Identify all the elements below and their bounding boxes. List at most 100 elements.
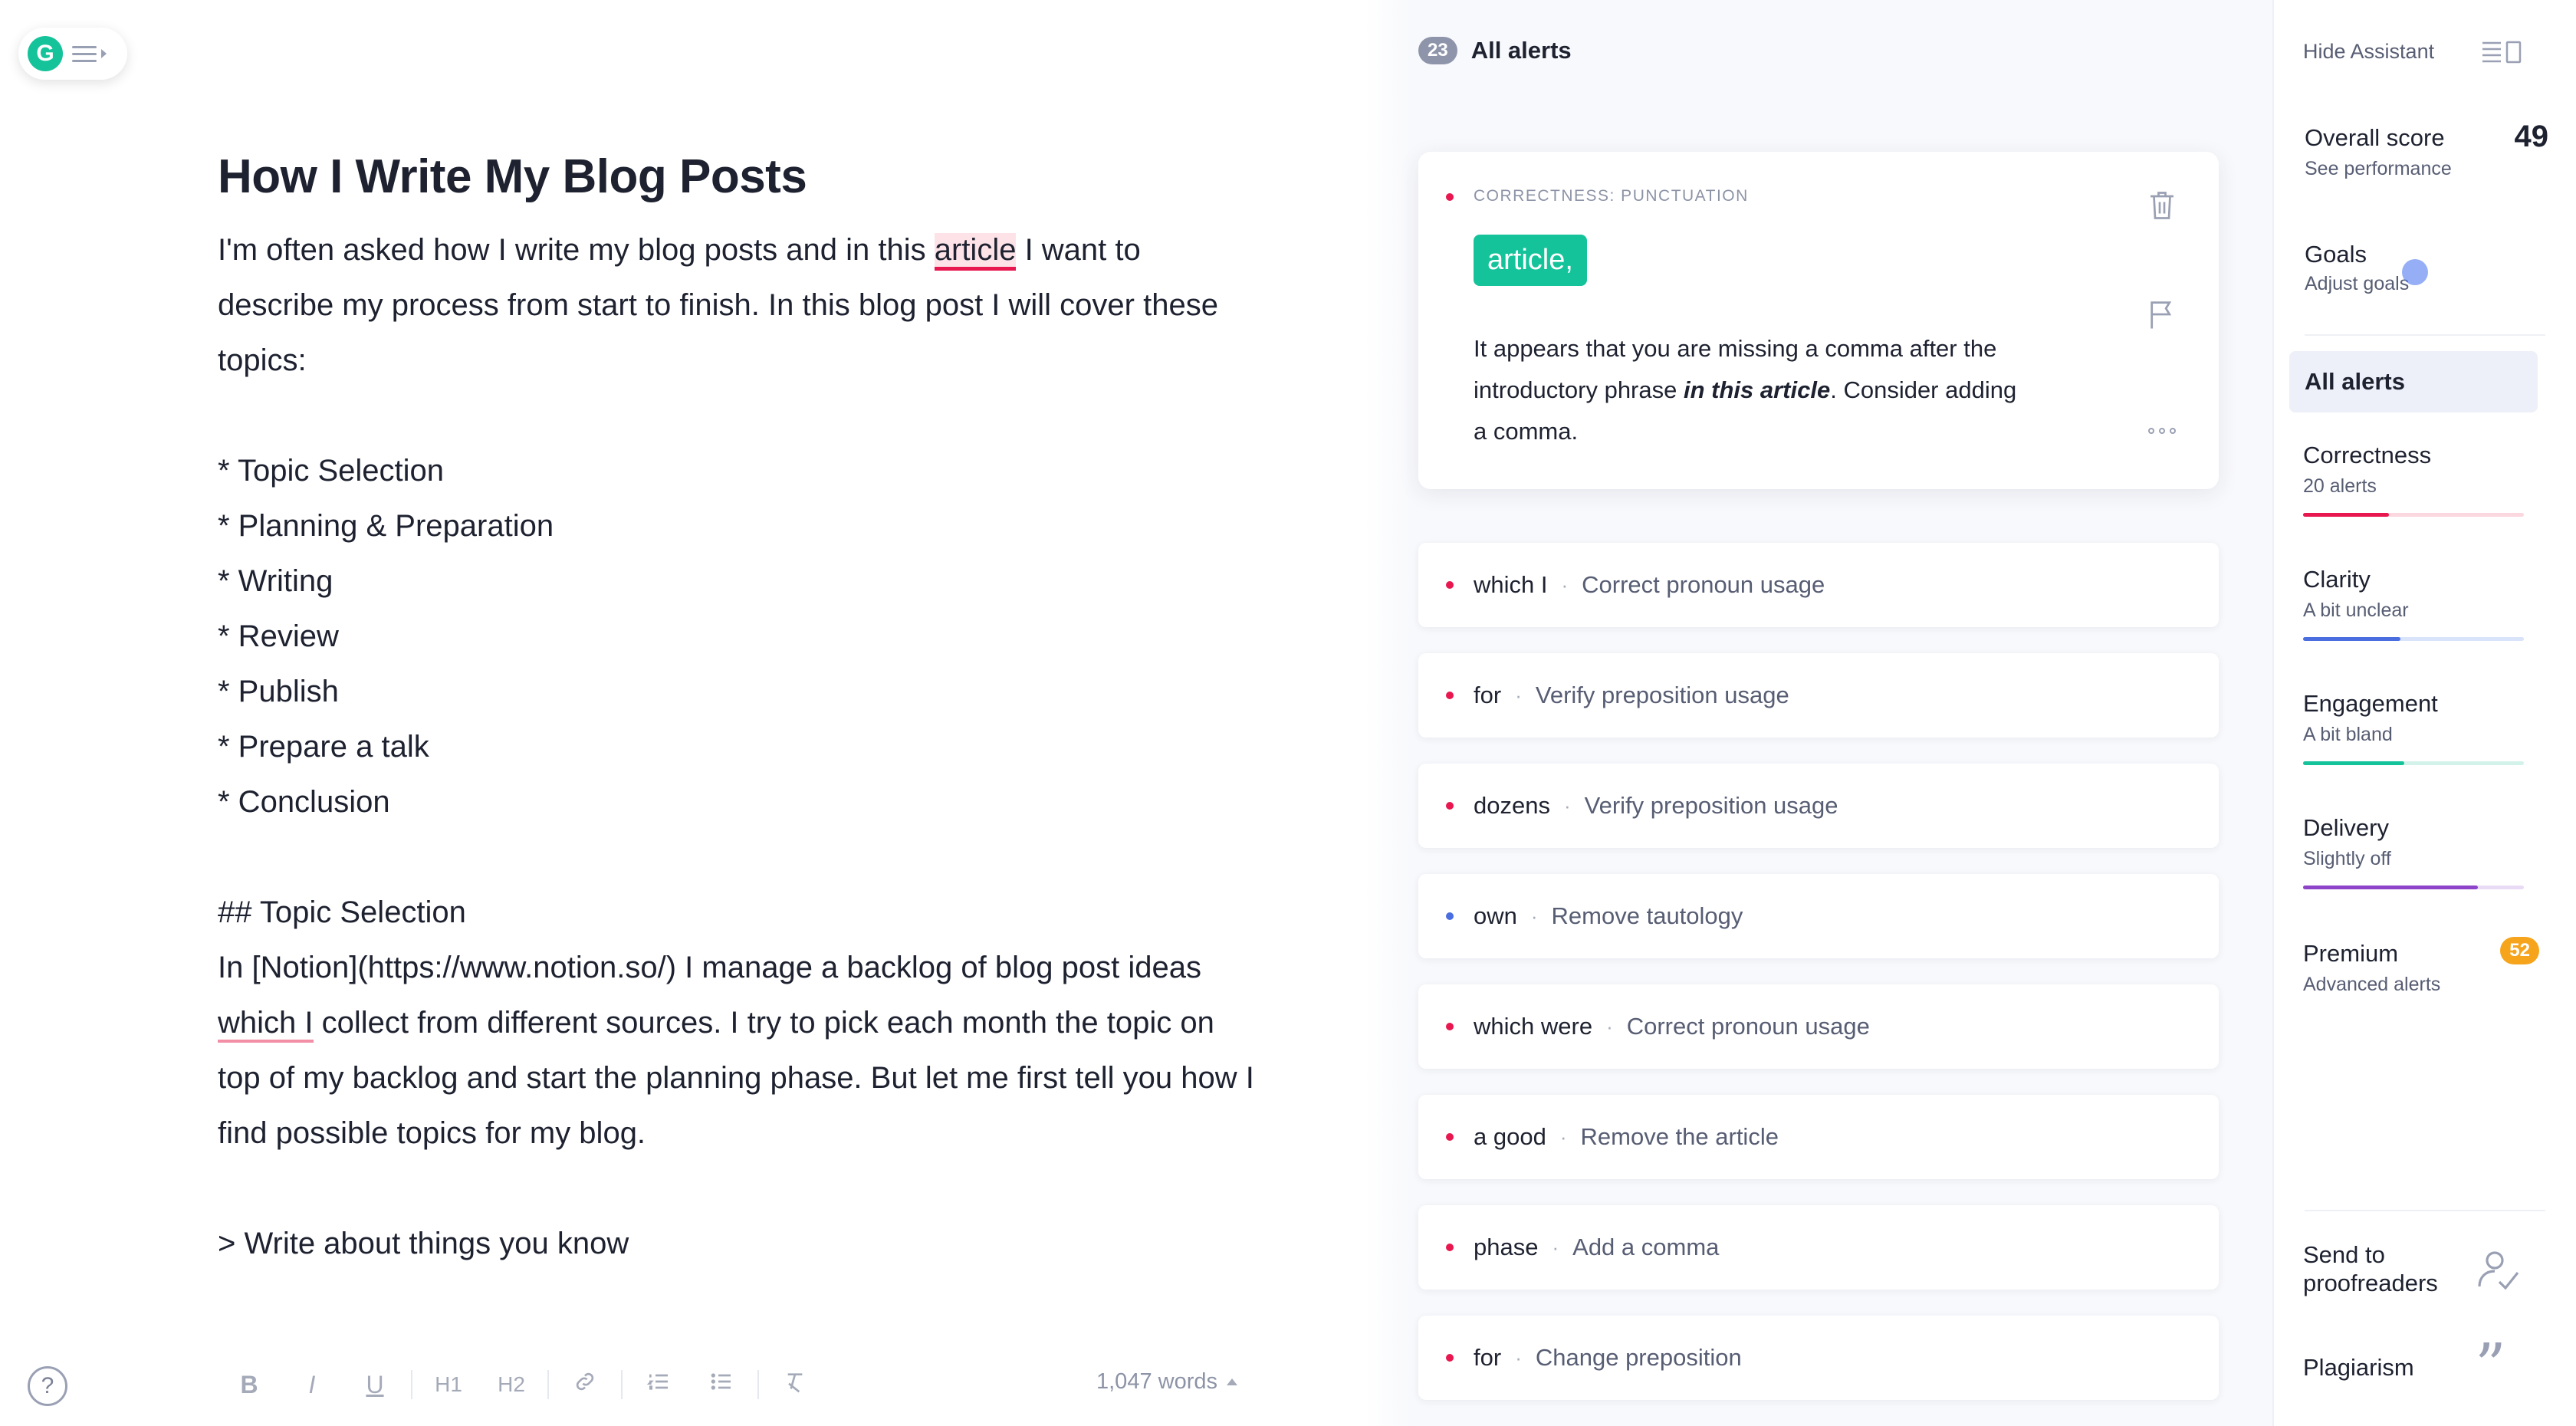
divider: [2305, 334, 2545, 336]
more-options-icon[interactable]: [2148, 428, 2176, 434]
topic-line: * Conclusion: [218, 785, 390, 819]
severity-dot: [1446, 802, 1454, 810]
hide-assistant-button[interactable]: Hide Assistant: [2303, 40, 2434, 64]
category-correctness[interactable]: Correctness 20 alerts: [2303, 442, 2525, 517]
alert-word: own: [1474, 902, 1517, 929]
all-alerts-tab[interactable]: All alerts: [2289, 351, 2538, 412]
caret-right-icon: [101, 49, 107, 58]
category-progress-bar: [2303, 886, 2524, 889]
severity-dot: [1446, 581, 1454, 589]
text-span: collect from different sources. I try to…: [218, 1006, 1254, 1150]
paragraph: In [Notion](https://www.notion.so/) I ma…: [218, 940, 1260, 1161]
document-editor[interactable]: How I Write My Blog Posts I'm often aske…: [218, 146, 1260, 1271]
suggestion-button[interactable]: article,: [1474, 235, 1587, 286]
category-progress-bar: [2303, 761, 2524, 765]
category-delivery[interactable]: Delivery Slightly off: [2303, 814, 2525, 889]
topic-list: * Topic Selection * Planning & Preparatio…: [218, 443, 1260, 830]
category-progress-fill: [2303, 513, 2390, 517]
overall-score-value: 49: [2514, 120, 2549, 153]
alert-item[interactable]: for · Verify preposition usage: [1418, 653, 2219, 738]
alert-item[interactable]: dozens · Verify preposition usage: [1418, 764, 2219, 848]
toolbar-divider: [547, 1370, 549, 1399]
category-status: A bit unclear: [2303, 600, 2409, 621]
toolbar-divider: [757, 1370, 759, 1399]
proofreader-icon[interactable]: [2475, 1247, 2521, 1293]
bold-button[interactable]: B: [218, 1371, 281, 1399]
word-count[interactable]: 1,047 words: [1096, 1369, 1237, 1395]
send-to-proofreaders-button[interactable]: Send to proofreaders: [2303, 1240, 2487, 1297]
category-name: Clarity: [2303, 566, 2371, 593]
overall-score-label[interactable]: Overall score: [2305, 124, 2445, 152]
caret-up-icon: [1227, 1378, 1237, 1385]
alert-item[interactable]: phase · Add a comma: [1418, 1205, 2219, 1290]
link-icon[interactable]: [554, 1369, 616, 1400]
intro-paragraph: I'm often asked how I write my blog post…: [218, 222, 1260, 388]
underlined-word[interactable]: which I: [218, 1006, 314, 1043]
mouse-cursor: [2402, 259, 2428, 285]
separator: ·: [1561, 573, 1569, 596]
help-button[interactable]: ?: [28, 1366, 67, 1406]
premium-label: Premium: [2303, 940, 2399, 967]
document-title[interactable]: How I Write My Blog Posts: [218, 146, 1260, 209]
quote-icon[interactable]: ”: [2475, 1336, 2506, 1397]
bulleted-list-icon[interactable]: [690, 1369, 753, 1400]
category-progress-bar: [2303, 513, 2524, 517]
category-progress-fill: [2303, 886, 2478, 889]
separator: ·: [1515, 1346, 1522, 1369]
category-clarity[interactable]: Clarity A bit unclear: [2303, 566, 2525, 641]
alerts-count-badge: 23: [1418, 37, 1457, 64]
severity-dot: [1446, 193, 1454, 201]
plagiarism-button[interactable]: Plagiarism: [2303, 1354, 2414, 1382]
underline-button[interactable]: U: [343, 1371, 406, 1399]
severity-dot: [1446, 912, 1454, 920]
premium-count-badge: 52: [2500, 937, 2539, 964]
divider: [2305, 1210, 2545, 1211]
category-progress-fill: [2303, 761, 2405, 765]
advanced-alerts-label: Advanced alerts: [2303, 974, 2441, 995]
clear-format-icon[interactable]: [764, 1369, 826, 1400]
heading-line: ## Topic Selection: [218, 895, 466, 929]
separator: ·: [1552, 1235, 1559, 1259]
trash-icon[interactable]: [2148, 189, 2176, 222]
alert-word: for: [1474, 682, 1502, 708]
goals-label[interactable]: Goals: [2305, 241, 2367, 268]
alerts-title: All alerts: [1470, 37, 1572, 64]
category-engagement[interactable]: Engagement A bit bland: [2303, 690, 2525, 765]
category-status: 20 alerts: [2303, 475, 2377, 497]
flag-icon[interactable]: [2148, 299, 2174, 330]
severity-dot: [1446, 1023, 1454, 1030]
alert-explanation: It appears that you are missing a comma …: [1474, 328, 2033, 452]
emphasis-text: in this article: [1683, 376, 1831, 403]
premium-item[interactable]: Premium Advanced alerts: [2303, 940, 2525, 996]
topic-line: * Prepare a talk: [218, 730, 429, 764]
alert-item[interactable]: a good · Remove the article: [1418, 1095, 2219, 1179]
category-name: Delivery: [2303, 814, 2389, 841]
separator: ·: [1606, 1014, 1613, 1038]
word-count-label: 1,047 words: [1096, 1369, 1217, 1394]
menu-icon: [72, 45, 97, 62]
category-name: Engagement: [2303, 690, 2438, 717]
italic-button[interactable]: I: [281, 1371, 343, 1399]
numbered-list-icon[interactable]: [627, 1369, 690, 1400]
adjust-goals-link[interactable]: Adjust goals: [2305, 273, 2409, 295]
alert-card-expanded[interactable]: CORRECTNESS: PUNCTUATION article, It app…: [1418, 152, 2219, 489]
highlighted-word[interactable]: article: [934, 233, 1017, 271]
heading1-button[interactable]: H1: [417, 1372, 480, 1397]
quote-line: > Write about things you know: [218, 1227, 629, 1260]
severity-dot: [1446, 692, 1454, 699]
alert-word: which were: [1474, 1013, 1593, 1040]
alert-word: phase: [1474, 1234, 1539, 1260]
alert-item[interactable]: which were · Correct pronoun usage: [1418, 984, 2219, 1069]
heading2-button[interactable]: H2: [480, 1372, 543, 1397]
see-performance-link[interactable]: See performance: [2305, 158, 2452, 180]
alert-description: Change preposition: [1535, 1344, 1742, 1371]
assistant-sidebar: Hide Assistant Overall score 49 See perf…: [2272, 0, 2576, 1426]
alert-item[interactable]: which I · Correct pronoun usage: [1418, 543, 2219, 627]
grammarly-menu-button[interactable]: G: [18, 28, 127, 80]
alert-item[interactable]: for · Change preposition: [1418, 1316, 2219, 1400]
document-body[interactable]: I'm often asked how I write my blog post…: [218, 222, 1260, 1271]
alert-item[interactable]: own · Remove tautology: [1418, 874, 2219, 958]
hide-panel-icon[interactable]: [2481, 40, 2522, 64]
category-name: Correctness: [2303, 442, 2432, 468]
